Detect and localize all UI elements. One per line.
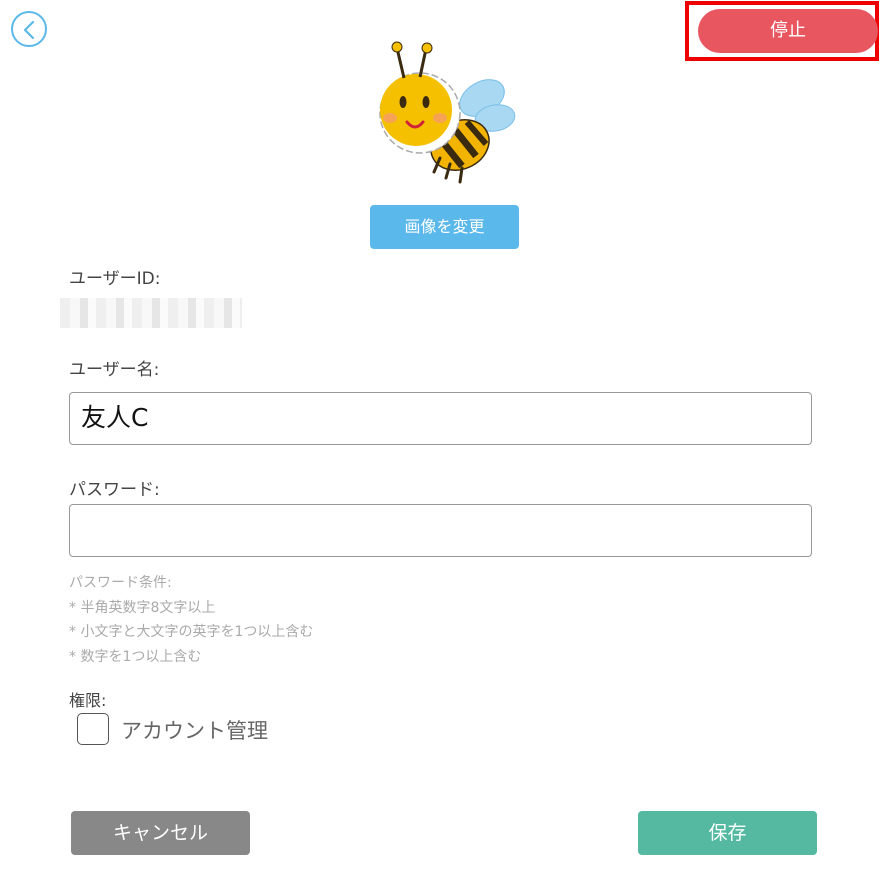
account-management-label[interactable]: アカウント管理 (121, 715, 268, 745)
password-input[interactable] (69, 504, 812, 557)
back-button[interactable] (11, 11, 47, 47)
password-hint-rule: * 半角英数字8文字以上 (69, 600, 216, 616)
cancel-button[interactable]: キャンセル (71, 811, 250, 855)
password-label: パスワード: (69, 480, 160, 500)
password-hint-rule: * 小文字と大文字の英字を1つ以上含む (69, 624, 314, 640)
bee-avatar-image (379, 41, 516, 184)
chevron-left-icon (23, 20, 35, 40)
username-label: ユーザー名: (69, 360, 160, 380)
userid-label: ユーザーID: (69, 269, 161, 289)
permission-label: 権限: (69, 691, 107, 710)
change-image-button[interactable]: 画像を変更 (370, 205, 519, 249)
account-management-checkbox[interactable] (77, 713, 109, 745)
password-hint-rule: * 数字を1つ以上含む (69, 649, 202, 665)
userid-value-redacted (60, 298, 242, 328)
username-input[interactable]: 友人C (69, 392, 812, 445)
password-hint-title: パスワード条件: (69, 575, 172, 591)
stop-button[interactable]: 停止 (698, 9, 878, 53)
save-button[interactable]: 保存 (638, 811, 817, 855)
